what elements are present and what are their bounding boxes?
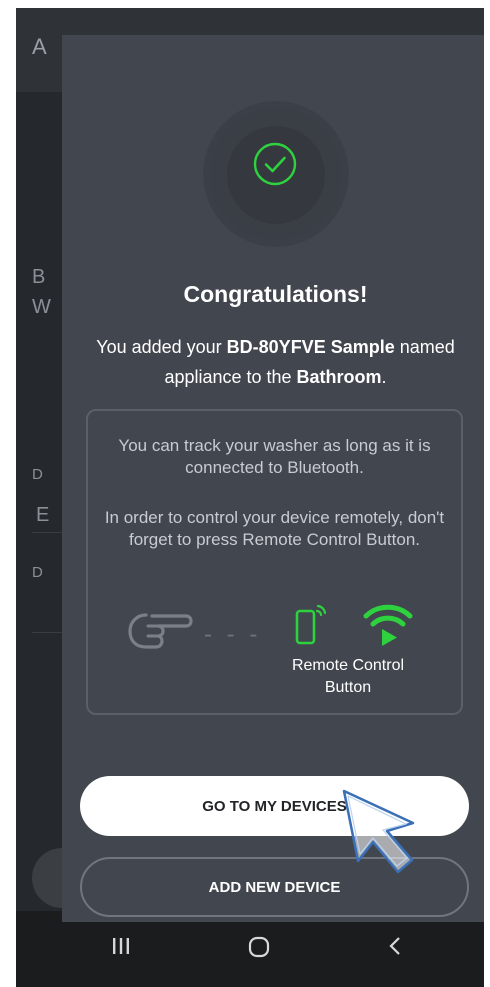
cursor-arrow-icon — [342, 789, 415, 874]
remote-control-info-text: In order to control your device remotely… — [104, 508, 445, 549]
info-box: You can track your washer as long as it … — [86, 409, 463, 715]
pointing-finger-icon — [128, 613, 193, 649]
background-text: E — [36, 504, 50, 526]
bluetooth-info-text: You can track your washer as long as it … — [118, 436, 431, 477]
background-text: D — [32, 466, 43, 483]
wifi-play-icon — [363, 604, 413, 646]
background-text: W — [32, 296, 51, 318]
remote-control-label: Remote Control Button — [291, 657, 405, 696]
home-icon[interactable] — [239, 935, 279, 965]
navigation-bar — [16, 911, 484, 987]
back-icon[interactable] — [376, 935, 416, 965]
dialog-message: You added your BD-80YFVE Sample named ap… — [82, 332, 469, 392]
recent-apps-icon[interactable] — [101, 935, 141, 965]
room-name: Bathroom — [296, 367, 382, 387]
message-prefix: You added your — [96, 337, 227, 357]
background-text: D — [32, 564, 43, 581]
background-header-title: A — [32, 34, 47, 59]
device-name: BD-80YFVE Sample — [226, 337, 395, 357]
dialog-title: Congratulations! — [183, 281, 368, 307]
background-text: B — [32, 266, 46, 288]
check-circle-icon — [253, 142, 297, 186]
message-suffix: . — [381, 367, 387, 387]
dashed-connector: - - - — [204, 621, 262, 648]
phone-signal-icon — [295, 604, 327, 645]
